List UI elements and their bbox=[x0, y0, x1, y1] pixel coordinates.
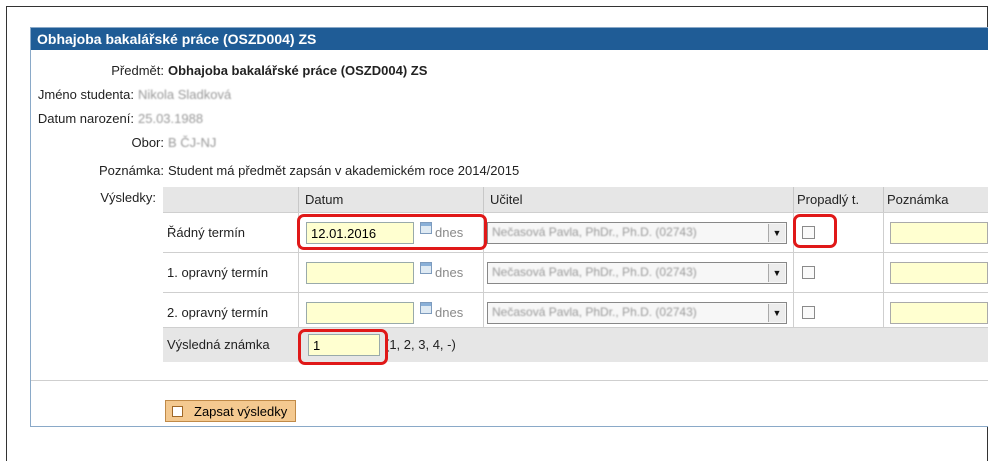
chevron-down-icon[interactable]: ▼ bbox=[768, 304, 785, 322]
final-grade-row: Výsledná známka (1, 2, 3, 4, -) bbox=[163, 327, 988, 362]
note-label: Poznámka: bbox=[98, 163, 164, 178]
teacher-select[interactable]: Nečasová Pavla, PhDr., Ph.D. (02743) ▼ bbox=[487, 262, 787, 284]
birth-value: 25.03.1988 bbox=[138, 111, 204, 126]
table-header: Datum Učitel Propadlý t. Poznámka bbox=[163, 187, 988, 212]
panel-title: Obhajoba bakalářské práce (OSZD004) ZS bbox=[31, 28, 988, 50]
field-label: Obor: bbox=[131, 135, 164, 150]
results-label: Výsledky: bbox=[100, 190, 156, 205]
final-grade-label: Výsledná známka bbox=[167, 337, 270, 352]
teacher-select[interactable]: Nečasová Pavla, PhDr., Ph.D. (02743) ▼ bbox=[487, 222, 787, 244]
highlight-date bbox=[297, 214, 487, 250]
row-label: Řádný termín bbox=[167, 225, 246, 240]
field-value: B ČJ-NJ bbox=[168, 135, 217, 150]
note-input[interactable] bbox=[890, 302, 988, 324]
teacher-select-value: Nečasová Pavla, PhDr., Ph.D. (02743) bbox=[492, 225, 697, 239]
student-label: Jméno studenta: bbox=[37, 87, 134, 102]
table-row: 2. opravný termín dnes Nečasová Pavla, P… bbox=[163, 292, 988, 332]
student-value: Nikola Sladková bbox=[138, 87, 232, 102]
submit-label: Zapsat výsledky bbox=[194, 404, 288, 419]
calendar-icon[interactable] bbox=[420, 262, 432, 274]
today-link[interactable]: dnes bbox=[435, 265, 463, 280]
header-date: Datum bbox=[298, 187, 483, 212]
teacher-select-value: Nečasová Pavla, PhDr., Ph.D. (02743) bbox=[492, 305, 697, 319]
note-input[interactable] bbox=[890, 222, 988, 244]
subject-label: Předmět: bbox=[111, 63, 164, 78]
chevron-down-icon[interactable]: ▼ bbox=[768, 264, 785, 282]
birth-label: Datum narození: bbox=[37, 111, 134, 126]
results-table: Datum Učitel Propadlý t. Poznámka Řádný … bbox=[163, 187, 988, 362]
header-teacher: Učitel bbox=[483, 187, 793, 212]
highlight-grade bbox=[298, 329, 388, 365]
grade-options-hint: (1, 2, 3, 4, -) bbox=[385, 337, 456, 352]
date-input[interactable] bbox=[306, 302, 414, 324]
date-input[interactable] bbox=[306, 262, 414, 284]
note-input[interactable] bbox=[890, 262, 988, 284]
submit-button[interactable]: Zapsat výsledky bbox=[165, 400, 297, 422]
chevron-down-icon[interactable]: ▼ bbox=[768, 224, 785, 242]
header-note: Poznámka bbox=[883, 187, 988, 212]
highlight-checkbox bbox=[793, 214, 837, 248]
failed-checkbox[interactable] bbox=[802, 306, 815, 319]
note-value: Student má předmět zapsán v akademickém … bbox=[168, 163, 520, 178]
header-failed: Propadlý t. bbox=[793, 187, 883, 212]
teacher-select-value: Nečasová Pavla, PhDr., Ph.D. (02743) bbox=[492, 265, 697, 279]
header-blank bbox=[163, 187, 298, 212]
save-icon bbox=[172, 406, 183, 417]
divider bbox=[31, 380, 988, 381]
subject-value: Obhajoba bakalářské práce (OSZD004) ZS bbox=[168, 63, 428, 78]
table-row: 1. opravný termín dnes Nečasová Pavla, P… bbox=[163, 252, 988, 292]
failed-checkbox[interactable] bbox=[802, 266, 815, 279]
today-link[interactable]: dnes bbox=[435, 305, 463, 320]
row-label: 1. opravný termín bbox=[167, 265, 269, 280]
calendar-icon[interactable] bbox=[420, 302, 432, 314]
table-row: Řádný termín dnes Nečasová Pavla, PhDr.,… bbox=[163, 212, 988, 252]
teacher-select[interactable]: Nečasová Pavla, PhDr., Ph.D. (02743) ▼ bbox=[487, 302, 787, 324]
